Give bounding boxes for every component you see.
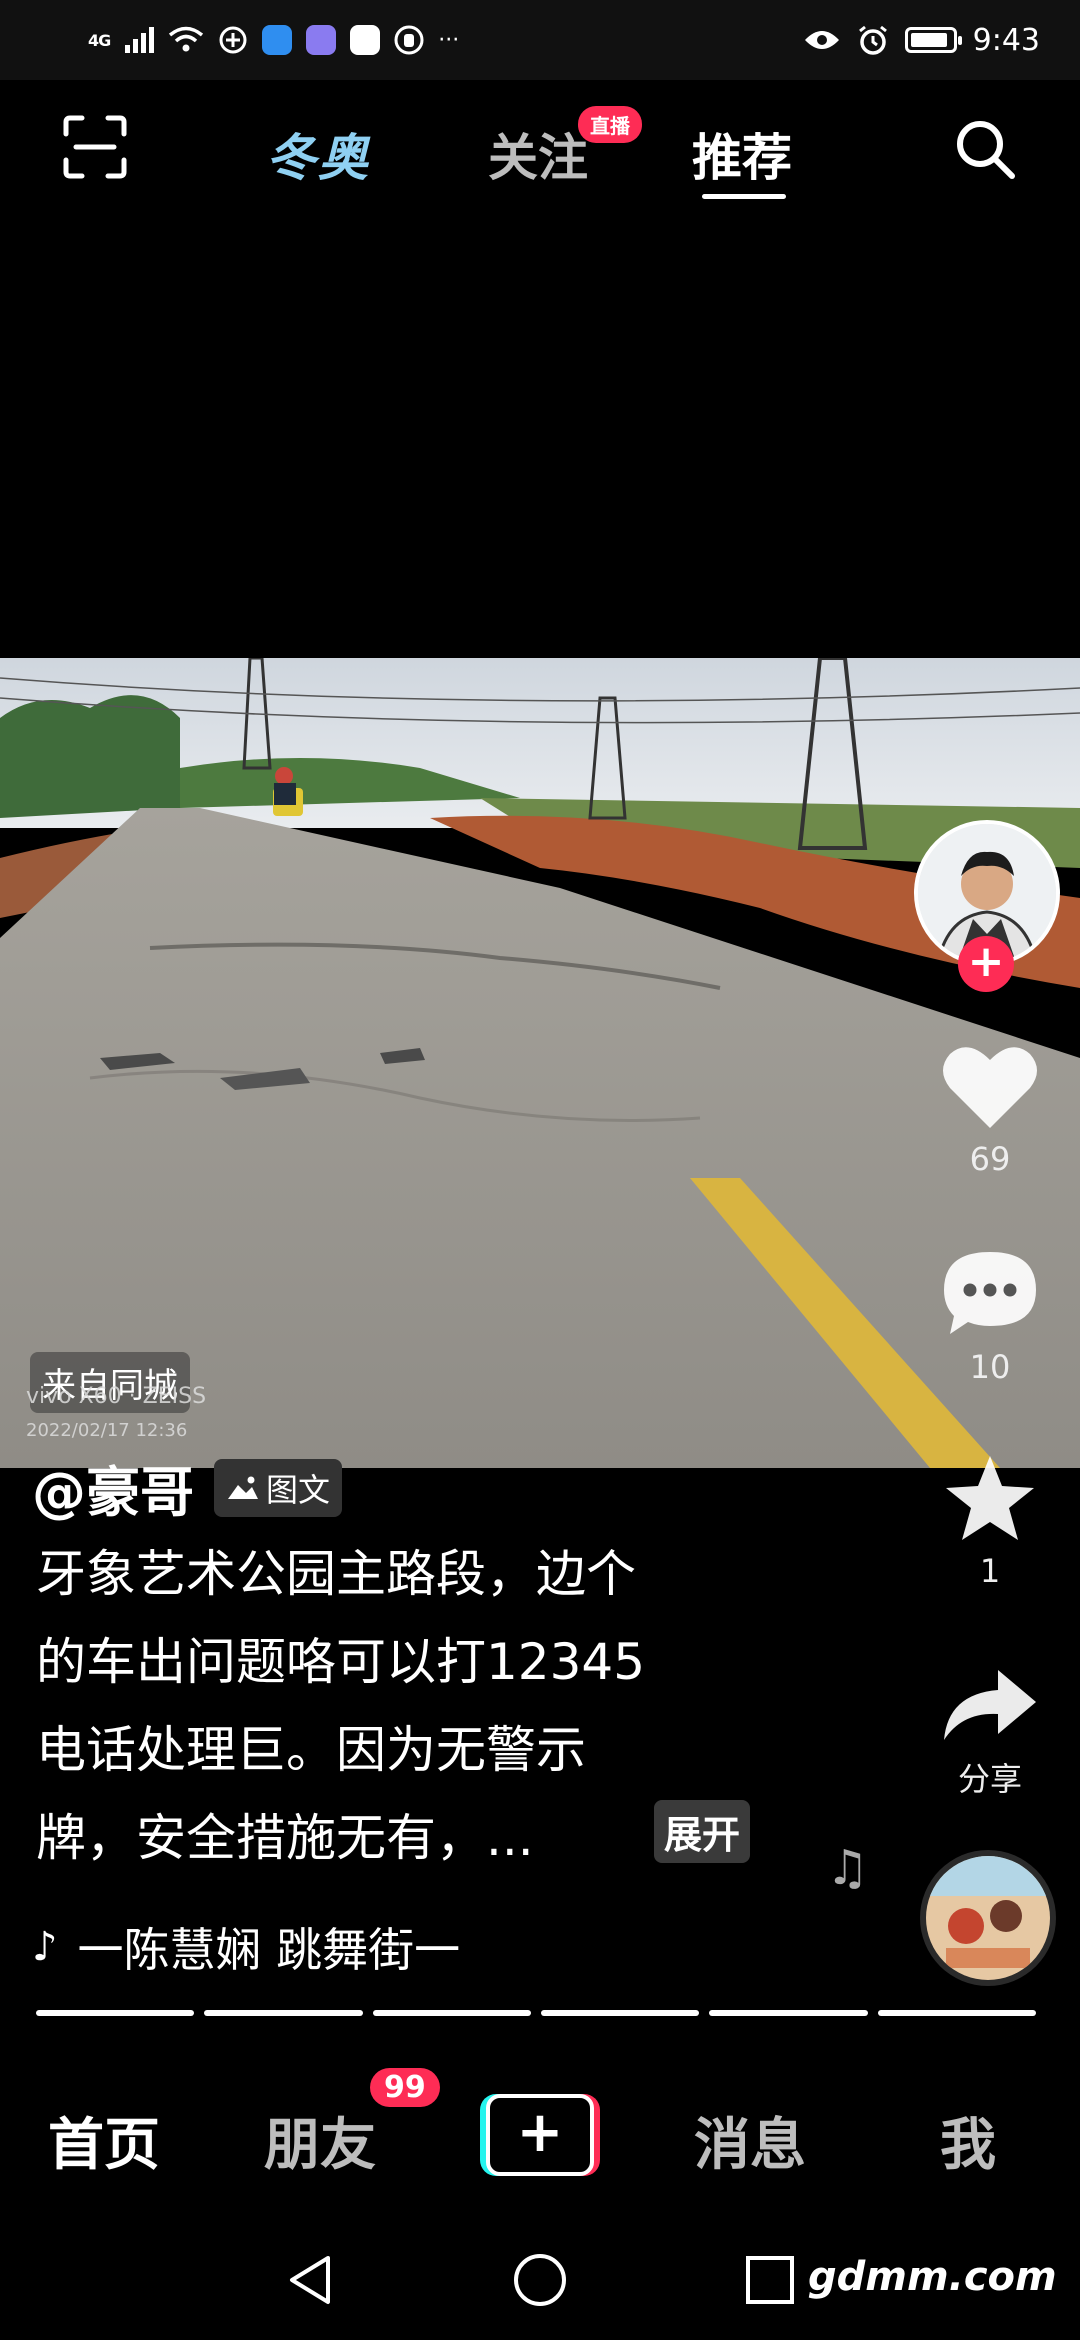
vpn-icon <box>219 26 247 54</box>
author-row: @豪哥 图文 <box>32 1448 343 1527</box>
progress-segment <box>372 2010 531 2016</box>
bottom-tab-bar: 首页 朋友 99 + 消息 我 <box>0 2052 1080 2222</box>
create-plus[interactable]: + <box>486 2094 594 2176</box>
favorite-button[interactable]: 1 <box>920 1452 1060 1590</box>
wifi-icon <box>169 26 204 52</box>
post-type-label: 图文 <box>266 1470 331 1509</box>
scan-icon[interactable] <box>62 114 128 180</box>
search-icon[interactable] <box>952 116 1018 182</box>
post-photo[interactable] <box>0 658 1080 1468</box>
tab-messages[interactable]: 消息 <box>694 2100 806 2181</box>
floating-notes-icon: ♫ <box>826 1840 870 1896</box>
tab-winter-olympics[interactable]: 冬奥 <box>266 118 370 190</box>
tiktok-note-icon: ♪ <box>32 1924 58 1970</box>
follow-plus-button[interactable]: + <box>958 936 1014 992</box>
battery-icon <box>904 27 962 53</box>
expand-button[interactable]: 展开 <box>654 1800 751 1863</box>
post-type-badge: 图文 <box>214 1458 343 1517</box>
signal-icon <box>125 27 155 53</box>
m-app-icon <box>350 25 381 55</box>
live-badge: 直播 <box>578 106 642 143</box>
system-nav-bar: gdmm.com <box>0 2222 1080 2340</box>
create-button[interactable]: + <box>480 2094 600 2176</box>
photo-timestamp: 2022/02/17 12:36 <box>26 1420 188 1441</box>
music-disc[interactable] <box>920 1850 1056 1986</box>
status-bar: 4G ··· 9:43 <box>0 0 1080 80</box>
star-icon[interactable] <box>942 1452 1038 1544</box>
author-name[interactable]: @豪哥 <box>32 1448 194 1527</box>
progress-segment <box>540 2010 700 2016</box>
more-notifications-icon: ··· <box>438 27 460 53</box>
progress-segment <box>709 2010 868 2016</box>
eye-icon <box>804 31 839 49</box>
like-button[interactable]: 69 <box>920 1042 1060 1178</box>
tab-recommended[interactable]: 推荐 <box>692 118 792 190</box>
back-icon[interactable] <box>282 2250 342 2310</box>
top-nav: 冬奥 关注 直播 推荐 <box>0 80 1080 220</box>
image-icon <box>228 1476 258 1499</box>
camera-watermark: vivo X60 · ZEISS <box>26 1384 207 1409</box>
tab-following[interactable]: 关注 <box>488 118 588 190</box>
description-line: 牙象艺术公园主路段，边个 <box>36 1545 636 1603</box>
tab-home[interactable]: 首页 <box>48 2100 160 2181</box>
status-right: 9:43 <box>803 23 1040 58</box>
progress-segment <box>204 2010 363 2016</box>
site-watermark: gdmm.com <box>808 2254 1057 2300</box>
network-type: 4G <box>88 30 111 50</box>
music-info[interactable]: ♪ 一陈慧娴 跳舞街一 <box>32 1914 460 1980</box>
comment-button[interactable]: 10 <box>920 1248 1060 1386</box>
music-title: 一陈慧娴 跳舞街一 <box>77 1923 461 1977</box>
progress-segment <box>877 2010 1036 2016</box>
like-count: 69 <box>969 1140 1011 1178</box>
road-photo-image <box>0 658 1080 1468</box>
tab-friends[interactable]: 朋友 <box>264 2100 376 2181</box>
recent-apps-icon[interactable] <box>744 2254 796 2306</box>
progress-segment <box>36 2010 195 2016</box>
home-icon[interactable] <box>510 2250 570 2310</box>
image-progress-segments <box>36 2010 1036 2018</box>
description-line: 的车出问题咯可以打12345 <box>36 1633 646 1691</box>
weather-app-icon <box>262 25 293 55</box>
share-label: 分享 <box>957 1760 1022 1798</box>
author-avatar[interactable]: + <box>914 820 1060 992</box>
favorite-count: 1 <box>979 1552 1001 1590</box>
friends-badge: 99 <box>370 2068 440 2107</box>
description-line: 电话处理巨。因为无警示 <box>36 1721 586 1779</box>
heart-icon[interactable] <box>940 1042 1040 1132</box>
comment-count: 10 <box>969 1348 1011 1386</box>
tab-me[interactable]: 我 <box>940 2100 996 2181</box>
status-left: 4G ··· <box>88 25 459 55</box>
hand-icon <box>394 25 424 55</box>
comment-icon[interactable] <box>940 1248 1040 1340</box>
status-time: 9:43 <box>972 22 1040 58</box>
music-app-icon <box>306 25 337 55</box>
music-cover-image <box>926 1856 1050 1980</box>
share-button[interactable]: 分享 <box>920 1666 1060 1800</box>
selected-tab-indicator <box>702 194 786 199</box>
share-icon[interactable] <box>940 1666 1040 1746</box>
alarm-icon <box>858 25 887 55</box>
